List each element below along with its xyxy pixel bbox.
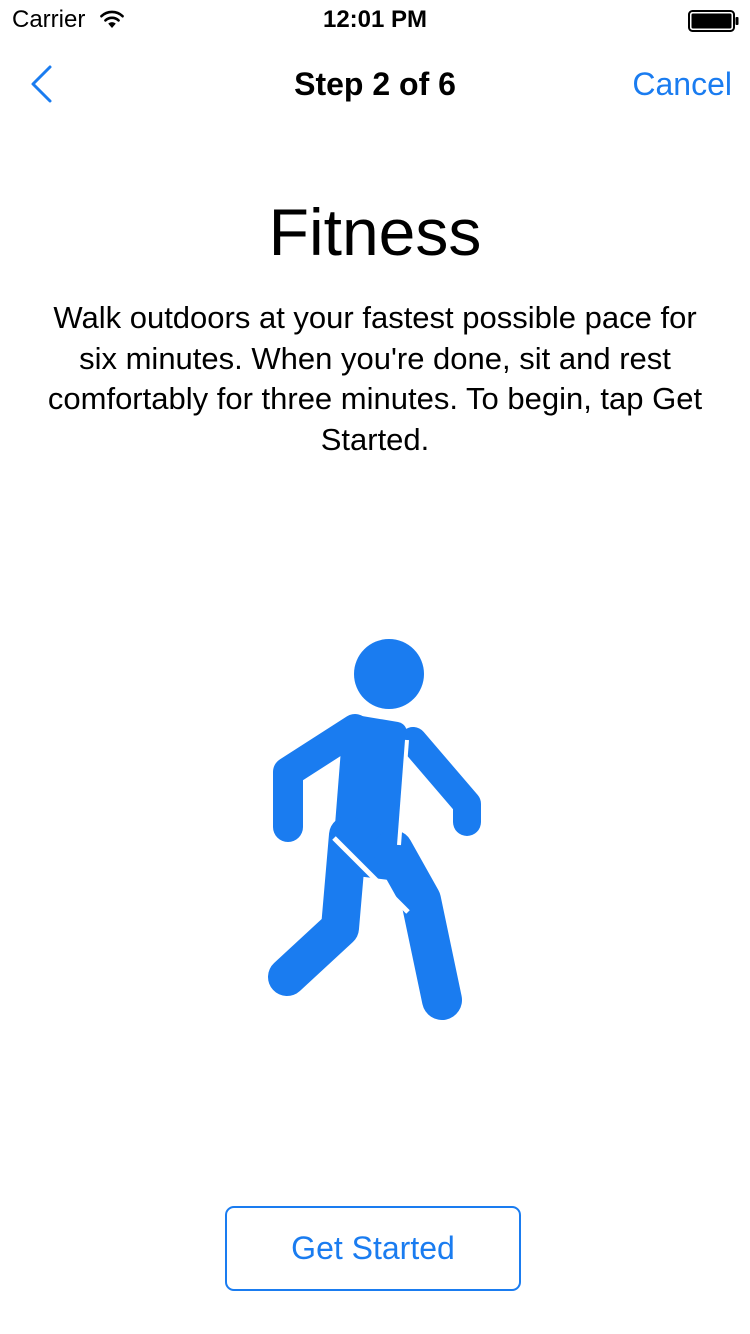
status-time: 12:01 PM: [322, 6, 428, 33]
status-bar: Carrier 12:01 PM: [0, 0, 750, 40]
battery-icon: [688, 10, 740, 32]
walking-person-icon: [255, 630, 495, 1030]
navigation-bar: Step 2 of 6 Cancel: [0, 40, 750, 128]
instructions-text: Walk outdoors at your fastest possible p…: [47, 300, 703, 457]
page-title: Fitness: [268, 195, 482, 269]
get-started-button[interactable]: Get Started: [225, 1206, 521, 1291]
cancel-button[interactable]: Cancel: [632, 64, 732, 104]
